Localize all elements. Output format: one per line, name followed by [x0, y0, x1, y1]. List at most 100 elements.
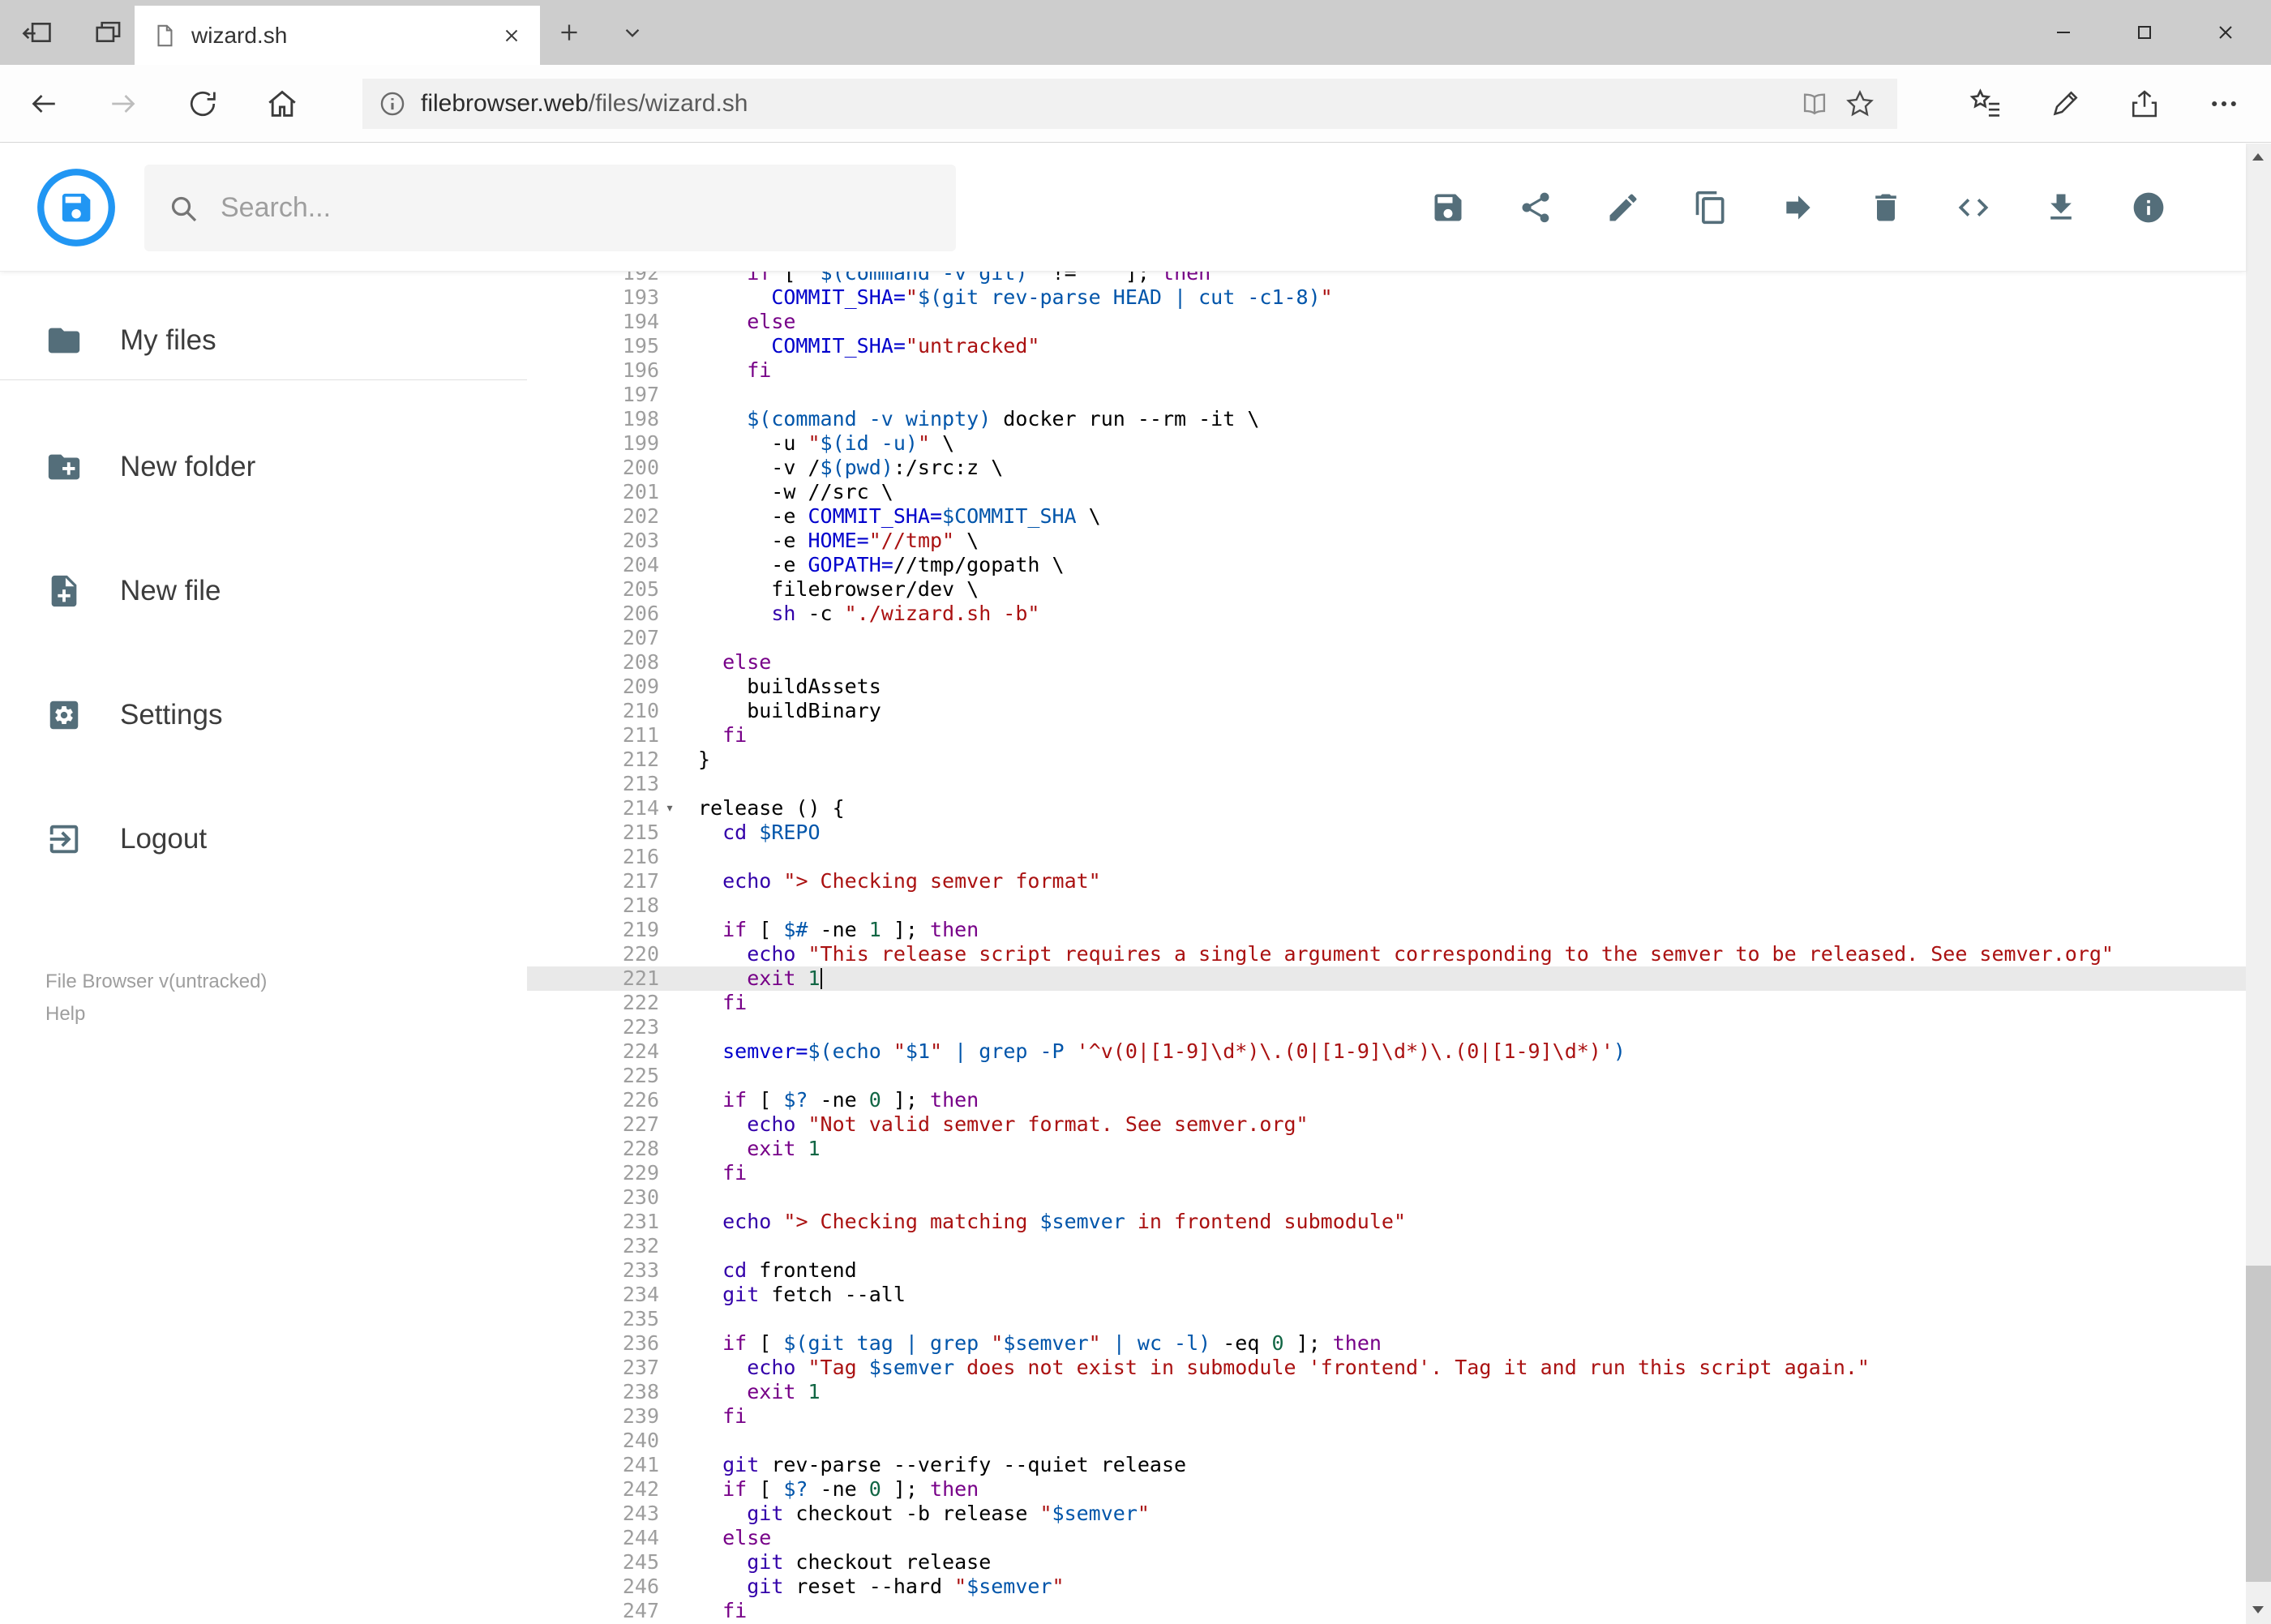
code-line[interactable]: 231 echo "> Checking matching $semver in… [527, 1210, 2246, 1234]
code-line[interactable]: 240 [527, 1429, 2246, 1453]
info-button[interactable] [2119, 178, 2178, 237]
copy-button[interactable] [1682, 178, 1740, 237]
code-line[interactable]: 221 exit 1 [527, 966, 2246, 991]
code-line[interactable]: 205 filebrowser/dev \ [527, 577, 2246, 602]
fold-marker-icon[interactable]: ▾ [659, 796, 680, 821]
code-line[interactable]: 228 exit 1 [527, 1137, 2246, 1161]
code-line[interactable]: 210 buildBinary [527, 699, 2246, 723]
site-info-icon[interactable] [377, 88, 408, 119]
code-line[interactable]: 196 fi [527, 358, 2246, 383]
code-line[interactable]: 195 COMMIT_SHA="untracked" [527, 334, 2246, 358]
share-button[interactable] [1506, 178, 1565, 237]
code-line[interactable]: 214 ▾ release () { [527, 796, 2246, 821]
code-line[interactable]: 226 if [ $? -ne 0 ]; then [527, 1088, 2246, 1112]
code-line[interactable]: 241 git rev-parse --verify --quiet relea… [527, 1453, 2246, 1477]
code-line[interactable]: 212} [527, 748, 2246, 772]
sidebar-item-new-folder[interactable]: New folder [0, 428, 527, 506]
code-line[interactable]: 218 [527, 893, 2246, 918]
code-line[interactable]: 216 [527, 845, 2246, 869]
help-link[interactable]: Help [45, 1000, 527, 1029]
delete-button[interactable] [1857, 178, 1915, 237]
code-line[interactable]: 227 echo "Not valid semver format. See s… [527, 1112, 2246, 1137]
hub-button[interactable] [1957, 76, 2014, 131]
raw-code-button[interactable] [1944, 178, 2003, 237]
code-line[interactable]: 202 -e COMMIT_SHA=$COMMIT_SHA \ [527, 504, 2246, 529]
close-window-button[interactable] [2185, 0, 2266, 65]
reading-view-button[interactable] [1792, 81, 1837, 126]
scrollbar[interactable] [2246, 144, 2271, 1624]
tab-close-icon[interactable] [501, 25, 522, 46]
code-line[interactable]: 239 fi [527, 1404, 2246, 1429]
download-button[interactable] [2032, 178, 2090, 237]
search-box[interactable] [144, 165, 956, 251]
code-line[interactable]: 230 [527, 1185, 2246, 1210]
code-line[interactable]: 224 semver=$(echo "$1" | grep -P '^v(0|[… [527, 1039, 2246, 1064]
code-line[interactable]: 206 sh -c "./wizard.sh -b" [527, 602, 2246, 626]
code-line[interactable]: 217 echo "> Checking semver format" [527, 869, 2246, 893]
address-bar[interactable]: filebrowser.web/files/wizard.sh [362, 78, 1897, 129]
code-line[interactable]: 200 -v /$(pwd):/src:z \ [527, 456, 2246, 480]
sidebar-item-new-file[interactable]: New file [0, 552, 527, 630]
code-line[interactable]: 245 git checkout release [527, 1550, 2246, 1575]
code-line[interactable]: 208 else [527, 650, 2246, 675]
code-line[interactable]: 209 buildAssets [527, 675, 2246, 699]
tabs-set-aside-button[interactable] [88, 11, 130, 54]
code-line[interactable]: 204 -e GOPATH=//tmp/gopath \ [527, 553, 2246, 577]
forward-button[interactable] [96, 76, 151, 131]
code-line[interactable]: 236 if [ $(git tag | grep "$semver" | wc… [527, 1331, 2246, 1356]
maximize-button[interactable] [2104, 0, 2185, 65]
code-line[interactable]: 242 if [ $? -ne 0 ]; then [527, 1477, 2246, 1502]
code-line[interactable]: 213 [527, 772, 2246, 796]
code-line[interactable]: 215 cd $REPO [527, 821, 2246, 845]
sidebar-item-my-files[interactable]: My files [0, 302, 527, 379]
code-line[interactable]: 233 cd frontend [527, 1258, 2246, 1283]
edit-button[interactable] [1594, 178, 1652, 237]
code-line[interactable]: 211 fi [527, 723, 2246, 748]
tab-preview-button[interactable] [611, 11, 653, 54]
code-line[interactable]: 232 [527, 1234, 2246, 1258]
favorite-star-button[interactable] [1837, 81, 1883, 126]
share-page-button[interactable] [2116, 76, 2173, 131]
code-line[interactable]: 237 echo "Tag $semver does not exist in … [527, 1356, 2246, 1380]
save-button[interactable] [1419, 178, 1477, 237]
code-line[interactable]: 220 echo "This release script requires a… [527, 942, 2246, 966]
sidebar-item-logout[interactable]: Logout [0, 800, 527, 878]
code-line[interactable]: 246 git reset --hard "$semver" [527, 1575, 2246, 1599]
code-line[interactable]: 234 git fetch --all [527, 1283, 2246, 1307]
back-button[interactable] [16, 76, 71, 131]
set-tabs-aside-button[interactable] [16, 11, 58, 54]
code-line[interactable]: 192 if [ "$(command -v git)" != "" ]; th… [527, 272, 2246, 285]
code-line[interactable]: 247 fi [527, 1599, 2246, 1623]
code-line[interactable]: 203 -e HOME="//tmp" \ [527, 529, 2246, 553]
minimize-button[interactable] [2023, 0, 2104, 65]
filebrowser-logo[interactable] [36, 167, 117, 248]
scrollbar-down-arrow[interactable] [2246, 1595, 2271, 1624]
code-line[interactable]: 238 exit 1 [527, 1380, 2246, 1404]
code-line[interactable]: 197 [527, 383, 2246, 407]
code-editor[interactable]: 192 if [ "$(command -v git)" != "" ]; th… [527, 272, 2246, 1624]
web-note-button[interactable] [2037, 76, 2093, 131]
refresh-button[interactable] [175, 76, 230, 131]
code-line[interactable]: 244 else [527, 1526, 2246, 1550]
sidebar-item-settings[interactable]: Settings [0, 676, 527, 754]
home-button[interactable] [255, 76, 310, 131]
code-line[interactable]: 222 fi [527, 991, 2246, 1015]
search-input[interactable] [221, 192, 885, 224]
code-line[interactable]: 229 fi [527, 1161, 2246, 1185]
code-line[interactable]: 194 else [527, 310, 2246, 334]
code-line[interactable]: 219 if [ $# -ne 1 ]; then [527, 918, 2246, 942]
code-line[interactable]: 243 git checkout -b release "$semver" [527, 1502, 2246, 1526]
code-line[interactable]: 225 [527, 1064, 2246, 1088]
code-line[interactable]: 223 [527, 1015, 2246, 1039]
code-line[interactable]: 235 [527, 1307, 2246, 1331]
browser-tab[interactable]: wizard.sh [135, 6, 540, 65]
code-line[interactable]: 201 -w //src \ [527, 480, 2246, 504]
move-button[interactable] [1769, 178, 1828, 237]
scrollbar-thumb[interactable] [2246, 1266, 2271, 1582]
code-line[interactable]: 207 [527, 626, 2246, 650]
code-line[interactable]: 198 $(command -v winpty) docker run --rm… [527, 407, 2246, 431]
settings-more-button[interactable] [2196, 76, 2252, 131]
code-line[interactable]: 193 COMMIT_SHA="$(git rev-parse HEAD | c… [527, 285, 2246, 310]
new-tab-button[interactable] [548, 11, 590, 54]
scrollbar-up-arrow[interactable] [2246, 144, 2271, 173]
